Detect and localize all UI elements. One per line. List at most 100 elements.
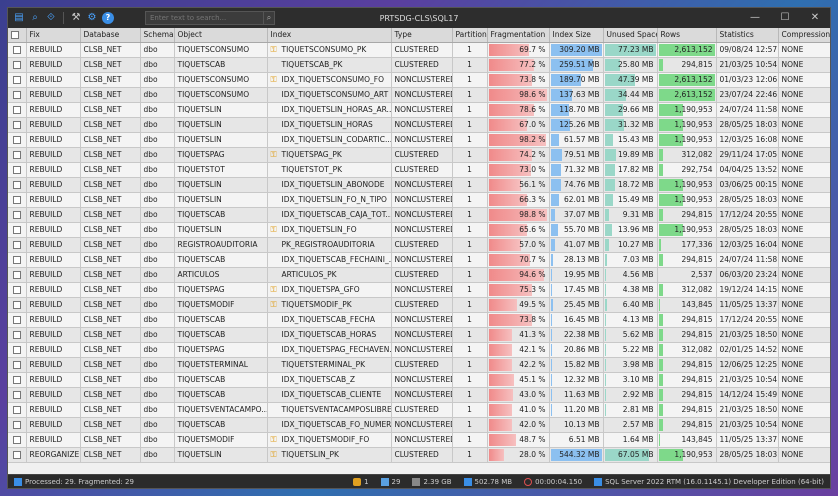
header-select-all[interactable] — [8, 28, 27, 43]
row-checkbox-cell[interactable] — [8, 207, 27, 223]
row-checkbox[interactable] — [12, 196, 21, 204]
row-checkbox[interactable] — [12, 166, 21, 174]
row-checkbox[interactable] — [12, 46, 21, 54]
table-row[interactable]: REBUILD CLSB_NET dbo TIQUETSLIN IDX_TIQUETSL… — [8, 102, 830, 118]
row-checkbox-cell[interactable] — [8, 327, 27, 343]
row-checkbox-cell[interactable] — [8, 72, 27, 88]
row-checkbox[interactable] — [12, 331, 21, 339]
row-checkbox[interactable] — [12, 181, 21, 189]
table-row[interactable]: REBUILD CLSB_NET dbo TIQUETSCAB IDX_TIQUETSC… — [8, 252, 830, 268]
row-checkbox[interactable] — [12, 361, 21, 369]
row-checkbox-cell[interactable] — [8, 177, 27, 193]
row-checkbox-cell[interactable] — [8, 42, 27, 58]
row-checkbox-cell[interactable] — [8, 192, 27, 208]
table-row[interactable]: REBUILD CLSB_NET dbo TIQUETSCAB IDX_TIQUETSC… — [8, 207, 830, 223]
table-row[interactable]: REBUILD CLSB_NET dbo TIQUETSPAG IDX_TIQUETSP… — [8, 342, 830, 358]
row-checkbox-cell[interactable] — [8, 162, 27, 178]
column-header[interactable]: Rows — [657, 28, 717, 43]
table-row[interactable]: REBUILD CLSB_NET dbo TIQUETSTERMINAL TIQUETS… — [8, 357, 830, 373]
search-icon[interactable]: ⌕ — [29, 12, 41, 24]
row-checkbox[interactable] — [12, 316, 21, 324]
table-row[interactable]: REBUILD CLSB_NET dbo TIQUETSCAB IDX_TIQUETSC… — [8, 387, 830, 403]
table-row[interactable]: REBUILD CLSB_NET dbo TIQUETSCAB IDX_TIQUETSC… — [8, 327, 830, 343]
row-checkbox[interactable] — [12, 211, 21, 219]
minimize-button[interactable]: — — [740, 8, 770, 28]
row-checkbox-cell[interactable] — [8, 237, 27, 253]
table-row[interactable]: REBUILD CLSB_NET dbo TIQUETSMODIF ⚿ TIQUETSMO… — [8, 297, 830, 313]
table-row[interactable]: REBUILD CLSB_NET dbo TIQUETSCONSUMO IDX_TIQU… — [8, 87, 830, 103]
table-row[interactable]: REBUILD CLSB_NET dbo TIQUETSCONSUMO ⚿ TIQUETS… — [8, 42, 830, 58]
row-checkbox-cell[interactable] — [8, 417, 27, 433]
column-header[interactable]: Index — [267, 28, 392, 43]
column-header[interactable]: Fix — [26, 28, 81, 43]
column-header[interactable]: Object — [174, 28, 268, 43]
row-checkbox[interactable] — [12, 406, 21, 414]
row-checkbox[interactable] — [12, 436, 21, 444]
table-row[interactable]: REBUILD CLSB_NET dbo REGISTROAUDITORIA PK_RE… — [8, 237, 830, 253]
row-checkbox-cell[interactable] — [8, 432, 27, 448]
code-icon[interactable]: ⟐ — [45, 12, 57, 24]
search-input[interactable] — [145, 11, 275, 25]
column-header[interactable]: Unused Space — [603, 28, 658, 43]
row-checkbox-cell[interactable] — [8, 222, 27, 238]
row-checkbox[interactable] — [12, 151, 21, 159]
column-header[interactable]: Compression — [778, 28, 830, 43]
row-checkbox-cell[interactable] — [8, 372, 27, 388]
row-checkbox-cell[interactable] — [8, 252, 27, 268]
row-checkbox-cell[interactable] — [8, 117, 27, 133]
row-checkbox[interactable] — [12, 286, 21, 294]
table-row[interactable]: REBUILD CLSB_NET dbo TIQUETSLIN IDX_TIQUETSL… — [8, 192, 830, 208]
row-checkbox-cell[interactable] — [8, 447, 27, 463]
table-row[interactable]: REBUILD CLSB_NET dbo TIQUETSCAB IDX_TIQUETSC… — [8, 312, 830, 328]
column-header[interactable]: Database — [80, 28, 141, 43]
row-checkbox[interactable] — [12, 301, 21, 309]
column-header[interactable]: Type — [391, 28, 453, 43]
info-icon[interactable]: ? — [102, 12, 114, 24]
row-checkbox[interactable] — [12, 226, 21, 234]
row-checkbox-cell[interactable] — [8, 267, 27, 283]
row-checkbox-cell[interactable] — [8, 147, 27, 163]
row-checkbox[interactable] — [12, 391, 21, 399]
row-checkbox-cell[interactable] — [8, 312, 27, 328]
row-checkbox-cell[interactable] — [8, 132, 27, 148]
maximize-button[interactable]: ☐ — [770, 8, 800, 28]
table-row[interactable]: REBUILD CLSB_NET dbo TIQUETSLIN IDX_TIQUETSL… — [8, 117, 830, 133]
table-row[interactable]: REBUILD CLSB_NET dbo TIQUETSPAG ⚿ IDX_TIQUETS… — [8, 282, 830, 298]
row-checkbox[interactable] — [12, 136, 21, 144]
row-checkbox[interactable] — [12, 61, 21, 69]
table-row[interactable]: REBUILD CLSB_NET dbo TIQUETSLIN ⚿ IDX_TIQUETS… — [8, 222, 830, 238]
row-checkbox[interactable] — [12, 451, 21, 459]
row-checkbox[interactable] — [12, 76, 21, 84]
column-header[interactable]: Index Size — [549, 28, 604, 43]
table-row[interactable]: REBUILD CLSB_NET dbo TIQUETSMODIF ⚿ IDX_TIQUE… — [8, 432, 830, 448]
column-header[interactable]: Fragmentation — [487, 28, 550, 43]
table-row[interactable]: REBUILD CLSB_NET dbo TIQUETSLIN IDX_TIQUETSL… — [8, 177, 830, 193]
row-checkbox[interactable] — [12, 91, 21, 99]
row-checkbox[interactable] — [12, 256, 21, 264]
close-button[interactable]: ✕ — [800, 8, 830, 28]
table-row[interactable]: REBUILD CLSB_NET dbo TIQUETSCAB TIQUETSCAB_P… — [8, 57, 830, 73]
row-checkbox[interactable] — [12, 376, 21, 384]
table-row[interactable]: REBUILD CLSB_NET dbo TIQUETSCONSUMO ⚿ IDX_TIQ… — [8, 72, 830, 88]
row-checkbox[interactable] — [12, 421, 21, 429]
row-checkbox[interactable] — [12, 241, 21, 249]
table-row[interactable]: REBUILD CLSB_NET dbo TIQUETSCAB IDX_TIQUETSC… — [8, 417, 830, 433]
row-checkbox-cell[interactable] — [8, 297, 27, 313]
table-row[interactable]: REBUILD CLSB_NET dbo TIQUETSPAG ⚿ TIQUETSPAG_… — [8, 147, 830, 163]
search-button-icon[interactable]: ⌕ — [263, 12, 274, 24]
row-checkbox-cell[interactable] — [8, 102, 27, 118]
row-checkbox-cell[interactable] — [8, 402, 27, 418]
row-checkbox[interactable] — [12, 346, 21, 354]
row-checkbox-cell[interactable] — [8, 282, 27, 298]
row-checkbox-cell[interactable] — [8, 387, 27, 403]
tools-icon[interactable]: ⚒ — [70, 12, 82, 24]
select-all-checkbox[interactable] — [11, 31, 19, 40]
row-checkbox-cell[interactable] — [8, 87, 27, 103]
column-header[interactable]: Schema — [140, 28, 175, 43]
row-checkbox-cell[interactable] — [8, 57, 27, 73]
table-row[interactable]: REBUILD CLSB_NET dbo TIQUETSCAB IDX_TIQUETSC… — [8, 372, 830, 388]
gear-icon[interactable]: ⚙ — [86, 12, 98, 24]
table-row[interactable]: REBUILD CLSB_NET dbo TIQUETSVENTACAMPO... TI… — [8, 402, 830, 418]
column-header[interactable]: Statistics — [716, 28, 779, 43]
row-checkbox[interactable] — [12, 271, 21, 279]
